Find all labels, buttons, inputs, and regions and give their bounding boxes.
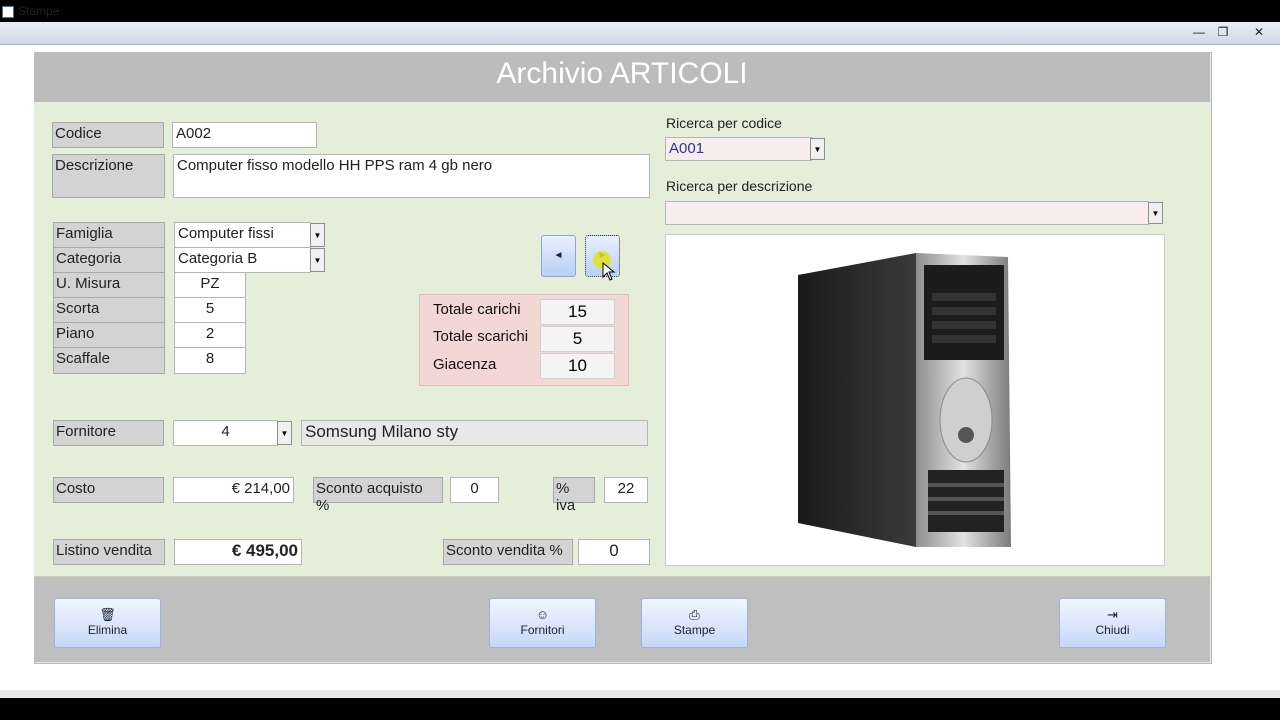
ricerca-descrizione-label: Ricerca per descrizione (666, 178, 813, 194)
elimina-button[interactable]: 🗑 Elimina (54, 598, 161, 648)
costo-field[interactable]: € 214,00 (173, 477, 294, 503)
status-bar (0, 690, 1280, 698)
famiglia-label: Famiglia (53, 222, 165, 248)
stampe-button[interactable]: ⎙ Stampe (641, 598, 748, 648)
window-titlebar (0, 22, 1280, 45)
trash-icon: 🗑 (99, 607, 116, 622)
listino-vendita-label: Listino vendita (53, 539, 165, 565)
maximize-button[interactable]: ❐ (1212, 24, 1234, 40)
giacenza-value: 10 (540, 353, 615, 379)
scorta-label: Scorta (53, 297, 165, 323)
scaffale-field[interactable]: 8 (174, 347, 246, 374)
descrizione-label: Descrizione (52, 154, 165, 198)
fornitore-combo[interactable]: 4 (173, 420, 278, 446)
iva-label: % iva (553, 477, 595, 514)
page-title: Archivio ARTICOLI (496, 57, 748, 90)
exit-door-icon: ⇥ (1107, 607, 1118, 622)
categoria-dropdown-icon[interactable]: ▼ (310, 248, 325, 272)
form-footer (34, 577, 1210, 662)
ricerca-codice-combo[interactable]: A001 (665, 137, 812, 161)
fornitori-label: Fornitori (520, 623, 565, 637)
famiglia-combo[interactable]: Computer fissi (174, 222, 311, 248)
categoria-label: Categoria (53, 247, 165, 273)
sconto-vendita-field[interactable]: 0 (578, 539, 650, 565)
mouse-cursor-icon (602, 262, 616, 281)
sconto-vendita-label: Sconto vendita % (443, 539, 573, 565)
piano-label: Piano (53, 322, 165, 348)
totale-carichi-value: 15 (540, 299, 615, 325)
sconto-acquisto-label: Sconto acquisto % (313, 477, 443, 514)
chiudi-button[interactable]: ⇥ Chiudi (1059, 598, 1166, 648)
window-title: Stampe (18, 4, 60, 18)
ricerca-codice-label: Ricerca per codice (666, 115, 782, 131)
product-image-frame (665, 234, 1165, 566)
giacenza-label: Giacenza (433, 356, 497, 373)
descrizione-field[interactable]: Computer fisso modello HH PPS ram 4 gb n… (173, 154, 650, 198)
scaffale-label: Scaffale (53, 347, 165, 374)
costo-label: Costo (53, 477, 164, 503)
smiley-icon: ☺ (535, 607, 550, 622)
app-icon (2, 6, 14, 18)
codice-label: Codice (52, 122, 164, 148)
fornitore-name-field: Somsung Milano sty (301, 420, 648, 446)
codice-field[interactable]: A002 (172, 122, 317, 148)
ricerca-codice-dropdown-icon[interactable]: ▼ (810, 138, 825, 160)
totale-scarichi-value: 5 (540, 326, 615, 352)
categoria-combo[interactable]: Categoria B (174, 247, 311, 273)
fornitore-dropdown-icon[interactable]: ▼ (277, 421, 292, 445)
umisura-field[interactable]: PZ (174, 272, 246, 298)
printer-icon: ⎙ (689, 607, 700, 622)
ricerca-descrizione-dropdown-icon[interactable]: ▼ (1148, 202, 1163, 224)
scorta-field[interactable]: 5 (174, 297, 246, 323)
piano-field[interactable]: 2 (174, 322, 246, 348)
iva-field[interactable]: 22 (604, 477, 648, 503)
ricerca-descrizione-combo[interactable] (665, 201, 1149, 225)
elimina-label: Elimina (87, 623, 128, 637)
stampe-label: Stampe (673, 623, 716, 637)
totale-carichi-label: Totale carichi (433, 301, 521, 318)
chiudi-label: Chiudi (1095, 623, 1130, 637)
listino-vendita-field[interactable]: € 495,00 (174, 539, 302, 565)
computer-tower-image (798, 253, 1011, 547)
close-window-button[interactable]: ✕ (1248, 24, 1270, 40)
fornitori-button[interactable]: ☺ Fornitori (489, 598, 596, 648)
umisura-label: U. Misura (53, 272, 165, 298)
famiglia-dropdown-icon[interactable]: ▼ (310, 223, 325, 247)
totale-scarichi-label: Totale scarichi (433, 328, 529, 345)
fornitore-label: Fornitore (53, 420, 164, 446)
previous-record-button[interactable]: ◄ (541, 235, 576, 277)
sconto-acquisto-field[interactable]: 0 (450, 477, 499, 503)
minimize-button[interactable]: — (1188, 24, 1210, 40)
